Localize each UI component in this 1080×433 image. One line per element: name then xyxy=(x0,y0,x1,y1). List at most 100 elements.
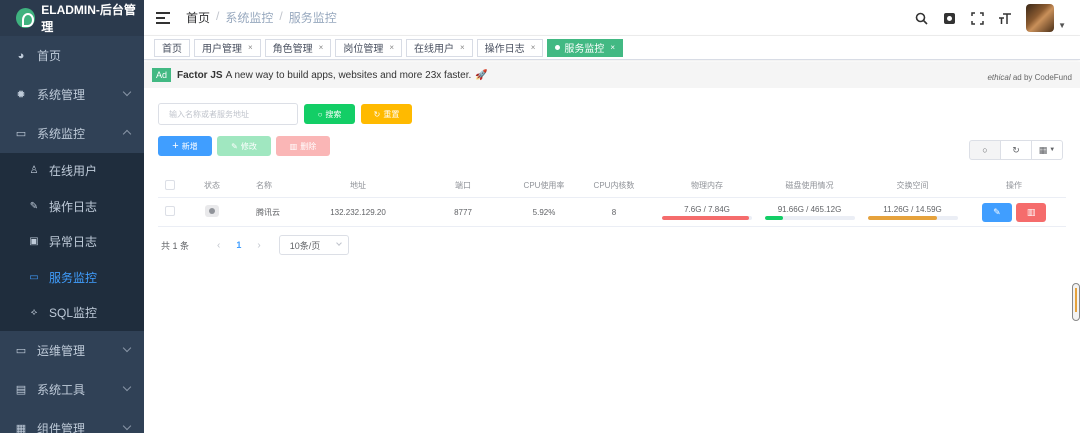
next-page-icon[interactable]: › xyxy=(257,240,260,251)
cores-cell: 8 xyxy=(611,207,617,217)
plus-icon: + xyxy=(172,140,179,152)
ad-text: A new way to build apps, websites and mo… xyxy=(225,69,472,81)
close-icon[interactable]: × xyxy=(248,43,253,52)
github-icon[interactable] xyxy=(942,11,956,25)
tag-label: 在线用户 xyxy=(414,44,455,55)
address-cell: 132.232.129.20 xyxy=(330,207,386,217)
monitor-submenu: ♙ 在线用户 ✎ 操作日志 ▣ 异常日志 ▭ 服务监控 ⟡ SQL监控 xyxy=(0,153,144,331)
delete-button[interactable]: ▥ 删除 xyxy=(276,136,330,156)
search-input[interactable]: 输入名称或者服务地址 xyxy=(158,103,298,125)
row-delete-button[interactable]: ▥ xyxy=(1016,202,1047,222)
row-checkbox[interactable] xyxy=(165,206,175,216)
breadcrumb-item: 系统监控 xyxy=(225,11,274,25)
scroll-handle[interactable] xyxy=(1072,283,1080,321)
sidebar-item-online-users[interactable]: ♙ 在线用户 xyxy=(0,153,144,189)
sidebar-item-label: 组件管理 xyxy=(37,421,86,433)
sidebar-item-operation-log[interactable]: ✎ 操作日志 xyxy=(0,189,144,225)
toggle-search-button[interactable]: ○ xyxy=(969,140,1001,160)
close-icon[interactable]: × xyxy=(610,43,615,52)
sidebar-item-tools[interactable]: ▤ 系统工具 xyxy=(0,370,144,409)
disk-cell: 91.66G / 465.12G xyxy=(756,205,863,220)
tag-label: 角色管理 xyxy=(272,44,313,55)
header-ops: 操作 xyxy=(1006,181,1022,190)
tag-user-manage[interactable]: 用户管理 × xyxy=(194,38,261,57)
tag-home[interactable]: 首页 xyxy=(154,38,190,57)
ad-banner[interactable]: Ad Factor JS A new way to build apps, we… xyxy=(144,62,1080,88)
select-all-checkbox[interactable] xyxy=(165,179,175,190)
search-icon[interactable] xyxy=(914,11,928,25)
header-port: 端口 xyxy=(455,181,471,190)
active-dot-icon xyxy=(555,45,561,50)
row-edit-button[interactable]: ✎ xyxy=(981,202,1012,222)
sidebar-item-system[interactable]: ✹ 系统管理 xyxy=(0,75,144,114)
sidebar-item-monitor[interactable]: ▭ 系统监控 xyxy=(0,114,144,153)
fullscreen-icon[interactable] xyxy=(970,11,984,25)
pagination-total: 共 1 条 xyxy=(161,240,190,251)
sidebar-item-label: 首页 xyxy=(37,49,62,63)
edit-button-label: 修改 xyxy=(240,141,257,151)
prev-page-icon[interactable]: ‹ xyxy=(217,240,220,251)
breadcrumb: 首页 / 系统监控 / 服务监控 xyxy=(186,9,337,26)
reset-button[interactable]: ↻ 重置 xyxy=(361,104,412,124)
sidebar-item-home[interactable]: ◕ 首页 xyxy=(0,36,144,75)
error-log-icon: ▣ xyxy=(29,236,39,248)
caret-down-icon[interactable]: ▼ xyxy=(1058,21,1066,30)
chevron-down-icon xyxy=(335,240,342,246)
tag-label: 服务监控 xyxy=(564,44,605,55)
user-icon: ♙ xyxy=(29,165,39,177)
table-row[interactable]: 腾讯云 132.232.129.20 8777 5.92% 8 7.6G / 7… xyxy=(158,198,1066,227)
header-status: 状态 xyxy=(204,181,220,190)
trash-icon: ▥ xyxy=(289,141,298,151)
edit-button[interactable]: ✎ 修改 xyxy=(217,136,271,156)
sidebar-item-error-log[interactable]: ▣ 异常日志 xyxy=(0,224,144,260)
chevron-up-icon xyxy=(122,129,132,139)
close-icon[interactable]: × xyxy=(531,43,536,52)
tag-online-users[interactable]: 在线用户 × xyxy=(406,38,473,57)
columns-button[interactable]: ▦ ▼ xyxy=(1031,140,1063,160)
sidebar-item-sql-monitor[interactable]: ⟡ SQL监控 xyxy=(0,295,144,331)
sidebar-item-label: 服务监控 xyxy=(49,270,98,285)
header-cores: CPU内核数 xyxy=(593,181,635,190)
tag-role-manage[interactable]: 角色管理 × xyxy=(264,38,332,57)
page-size-select[interactable]: 10条/页 xyxy=(278,235,349,255)
sidebar-item-server-monitor[interactable]: ▭ 服务监控 xyxy=(0,260,144,296)
memory-value: 7.6G / 7.84G xyxy=(684,204,730,214)
swap-progress: 11.26G / 14.59G xyxy=(867,205,958,220)
font-size-icon[interactable] xyxy=(998,11,1012,25)
hamburger-icon[interactable] xyxy=(156,11,170,24)
search-button[interactable]: ○ 搜索 xyxy=(304,104,355,124)
sidebar-item-label: 异常日志 xyxy=(49,235,98,250)
add-button-label: 新增 xyxy=(181,141,198,151)
sidebar-item-ops[interactable]: ▭ 运维管理 xyxy=(0,331,144,370)
ad-attribution[interactable]: ethical ad by CodeFund xyxy=(987,73,1072,82)
ad-title: Factor JS xyxy=(177,69,223,81)
server-table: 状态 名称 地址 端口 CPU使用率 CPU内核数 物理内存 磁盘使用情况 交换… xyxy=(158,174,1066,227)
refresh-icon: ↻ xyxy=(373,109,381,119)
delete-button-label: 删除 xyxy=(300,141,317,151)
memory-cell: 7.6G / 7.84G xyxy=(658,205,756,220)
chevron-down-icon xyxy=(122,343,132,352)
add-button[interactable]: + 新增 xyxy=(158,136,212,156)
logo[interactable]: ELADMIN-后台管理 xyxy=(0,0,144,36)
close-icon[interactable]: × xyxy=(460,43,465,52)
sidebar-item-label: 在线用户 xyxy=(49,164,98,179)
close-icon[interactable]: × xyxy=(319,43,324,52)
avatar[interactable] xyxy=(1026,4,1055,32)
disk-value: 91.66G / 465.12G xyxy=(777,204,842,214)
reset-button-label: 重置 xyxy=(383,109,400,119)
search-icon: ○ xyxy=(317,109,323,119)
caret-down-icon: ▼ xyxy=(1049,147,1056,153)
status-badge xyxy=(205,205,219,217)
close-icon[interactable]: × xyxy=(389,43,394,52)
sidebar-item-components[interactable]: ▦ 组件管理 xyxy=(0,409,144,433)
tag-operation-log[interactable]: 操作日志 × xyxy=(476,38,544,57)
header-disk: 磁盘使用情况 xyxy=(785,181,834,190)
vue-logo-icon xyxy=(16,8,36,28)
port-cell: 8777 xyxy=(454,207,472,217)
tag-server-monitor[interactable]: 服务监控 × xyxy=(547,38,624,57)
tag-job-manage[interactable]: 岗位管理 × xyxy=(335,38,403,57)
page-number[interactable]: 1 xyxy=(236,240,241,250)
tags-view: 首页 用户管理 × 角色管理 × 岗位管理 × 在线用户 × 操作日志 × 服务监控 × xyxy=(144,36,1080,60)
breadcrumb-item[interactable]: 首页 xyxy=(186,9,210,26)
refresh-button[interactable]: ↻ xyxy=(1000,140,1032,160)
